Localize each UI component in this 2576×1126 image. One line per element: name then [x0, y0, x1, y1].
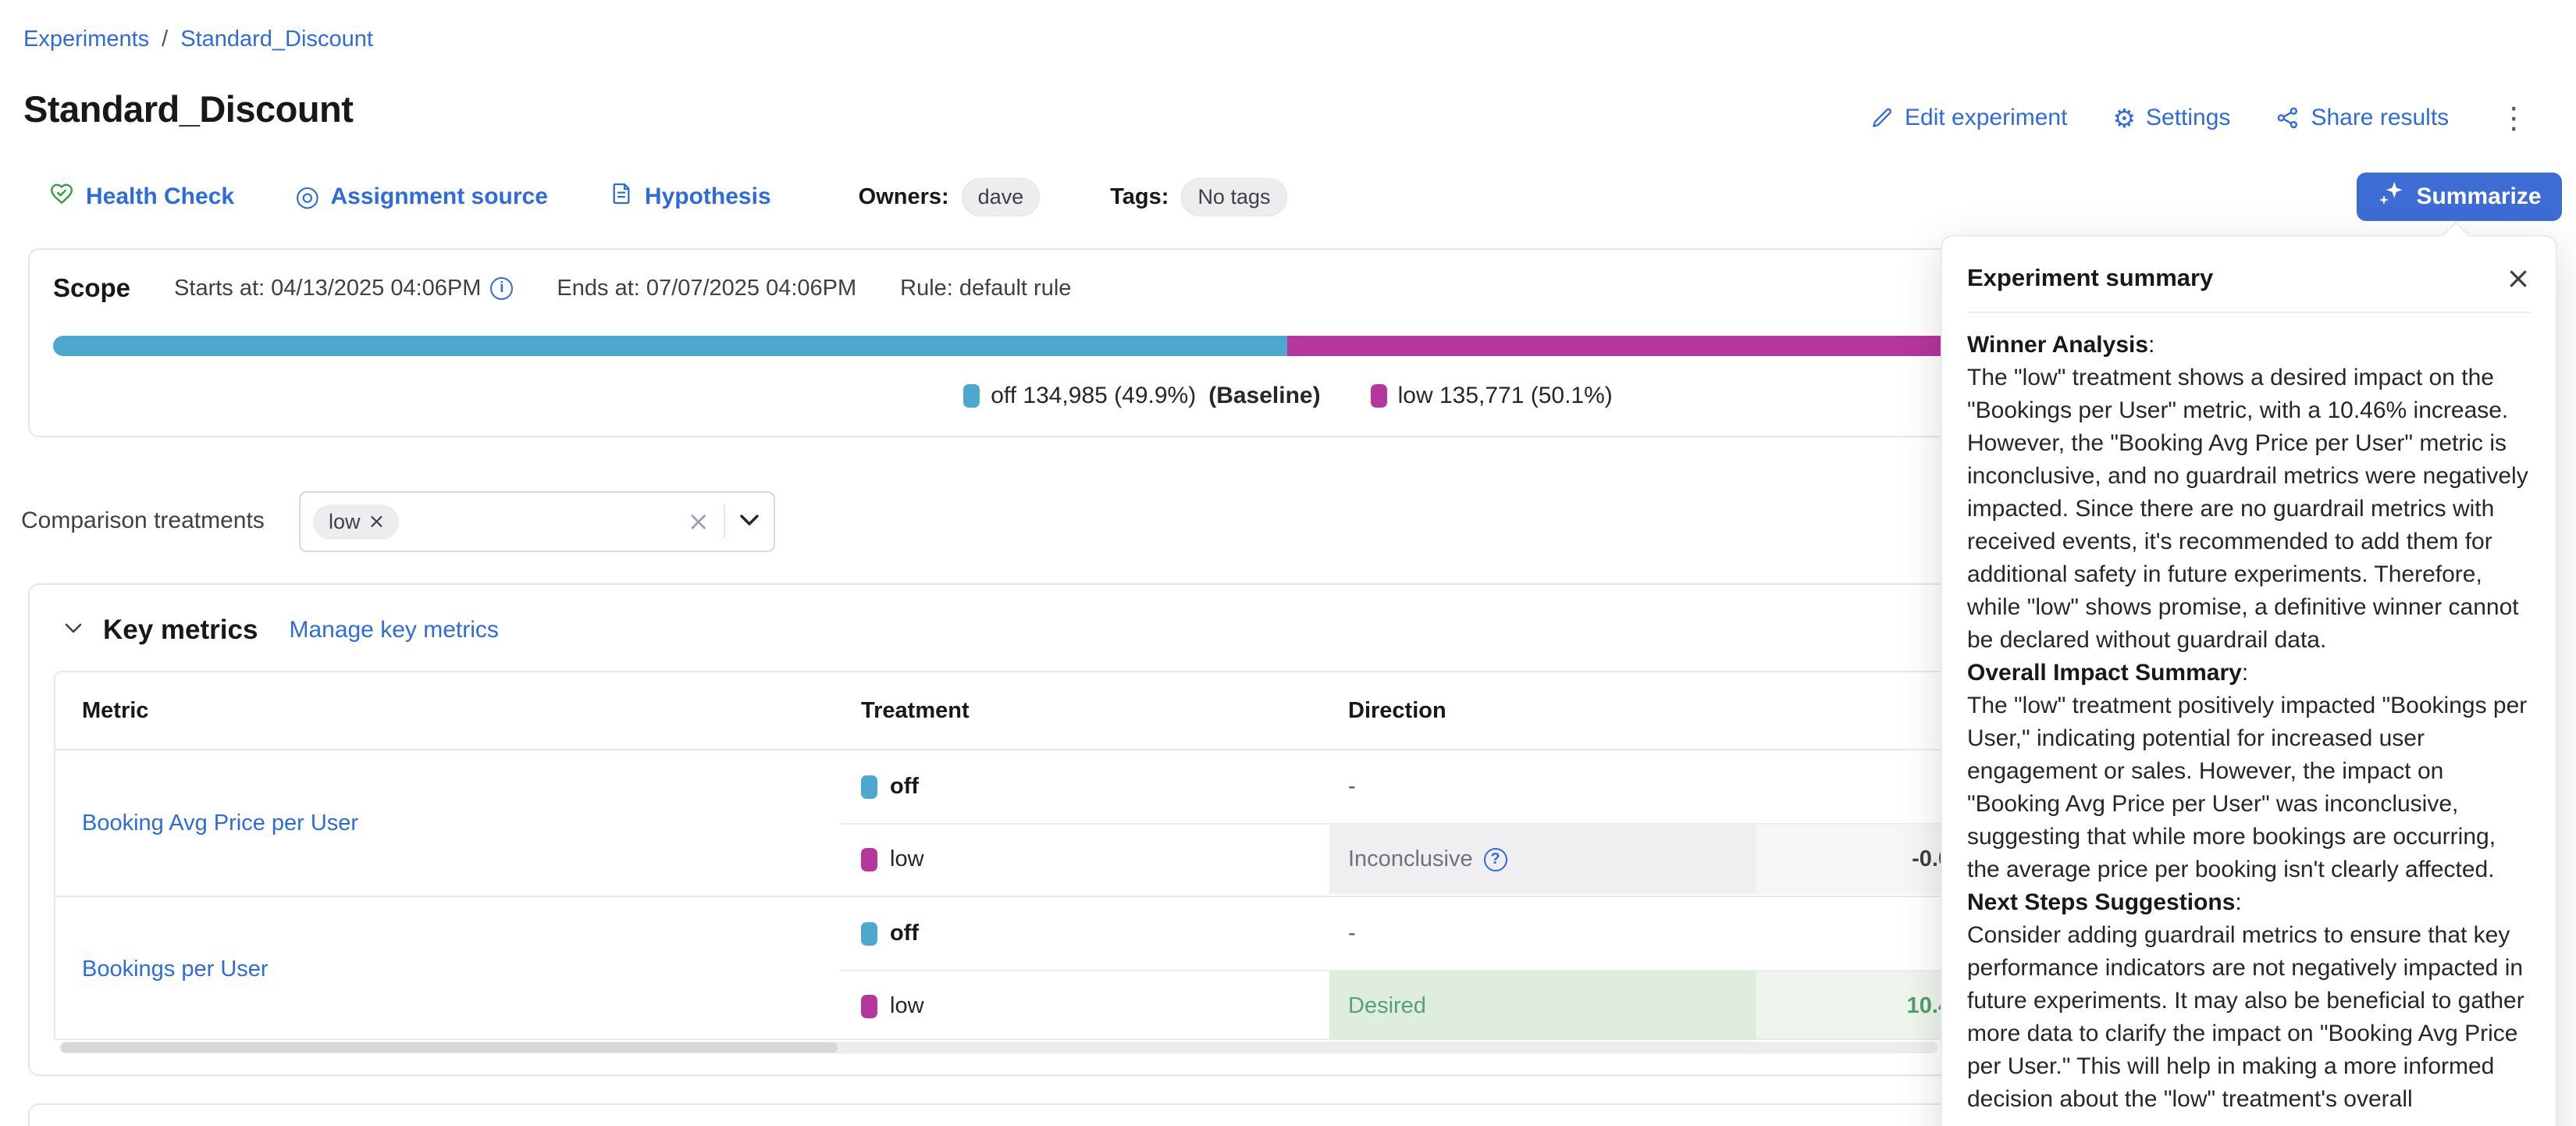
direction-cell: - [1329, 750, 1756, 823]
assignment-source-label: Assignment source [331, 184, 548, 210]
chip-remove-icon[interactable]: × [368, 511, 386, 532]
summary-section-impact: Overall Impact Summary The "low" treatme… [1967, 657, 2531, 886]
tags-label: Tags: [1110, 184, 1169, 210]
summary-section-next-steps: Next Steps Suggestions Consider adding g… [1967, 886, 2531, 1116]
pencil-icon [1870, 105, 1895, 130]
allocation-segment-off [53, 336, 1287, 356]
tags-group: Tags: No tags [1110, 178, 1286, 216]
baseline-tag: (Baseline) [1208, 383, 1320, 409]
page-title: Standard_Discount [23, 87, 353, 130]
summarize-button[interactable]: Summarize [2357, 173, 2562, 221]
metric-link-booking-avg-price[interactable]: Booking Avg Price per User [82, 811, 358, 836]
edit-experiment-label: Edit experiment [1905, 105, 2067, 131]
settings-label: Settings [2146, 105, 2230, 131]
share-icon [2275, 105, 2300, 130]
experiment-page: Experiments / Standard_Discount Standard… [0, 0, 2576, 1126]
experiment-summary-panel: Experiment summary × Winner Analysis The… [1941, 235, 2557, 1126]
panel-divider [1967, 312, 2531, 313]
sparkles-icon [2377, 180, 2405, 214]
low-swatch [1371, 384, 1387, 408]
panel-caret [2442, 222, 2471, 251]
settings-button[interactable]: ⚙ Settings [2112, 105, 2230, 131]
share-results-button[interactable]: Share results [2275, 105, 2449, 131]
scrollbar-thumb[interactable] [61, 1042, 838, 1053]
summary-panel-body: Winner Analysis The "low" treatment show… [1967, 329, 2531, 1116]
tags-pill: No tags [1181, 178, 1286, 216]
heart-check-icon [48, 180, 75, 213]
hypothesis-label: Hypothesis [645, 184, 771, 210]
info-icon[interactable]: i [490, 277, 513, 300]
target-icon: ◎ [295, 183, 319, 211]
section-chevron-down-icon[interactable] [64, 622, 83, 638]
legend-item-off: off 134,985 (49.9%) (Baseline) [963, 383, 1320, 409]
gear-icon: ⚙ [2112, 105, 2136, 131]
metric-column-header: Metric [55, 698, 840, 724]
low-swatch [861, 995, 877, 1018]
summarize-label: Summarize [2416, 184, 2541, 210]
direction-cell-inconclusive: Inconclusive ? [1329, 825, 1756, 894]
breadcrumb-experiments-link[interactable]: Experiments [23, 27, 149, 52]
scope-title: Scope [53, 273, 130, 303]
off-swatch [963, 384, 980, 408]
horizontal-scrollbar [59, 1042, 1937, 1053]
owners-label: Owners: [859, 184, 949, 210]
header-actions: Edit experiment ⚙ Settings Share results… [1870, 103, 2533, 133]
more-options-kebab-icon[interactable]: ⋮ [2494, 103, 2533, 133]
document-icon [609, 181, 634, 212]
legend-item-low: low 135,771 (50.1%) [1371, 383, 1613, 409]
breadcrumb: Experiments / Standard_Discount [23, 27, 373, 52]
scope-header: Scope Starts at: 04/13/2025 04:06PM i En… [53, 273, 1071, 303]
treatment-chip-low[interactable]: low × [313, 504, 399, 540]
breadcrumb-separator: / [162, 27, 168, 52]
health-check-link[interactable]: Health Check [48, 180, 234, 213]
question-icon[interactable]: ? [1484, 848, 1507, 871]
select-divider [724, 504, 725, 539]
summary-section-winner: Winner Analysis The "low" treatment show… [1967, 329, 2531, 657]
direction-cell: - [1329, 897, 1756, 970]
metric-link-bookings-per-user[interactable]: Bookings per User [82, 957, 269, 982]
direction-column-header: Direction [1329, 698, 1756, 724]
hypothesis-link[interactable]: Hypothesis [609, 181, 771, 212]
scope-rule: Rule: default rule [900, 276, 1071, 301]
key-metrics-title: Key metrics [103, 615, 258, 646]
assignment-source-link[interactable]: ◎ Assignment source [295, 183, 548, 211]
direction-cell-desired: Desired [1329, 971, 1756, 1040]
owner-pill: dave [962, 178, 1041, 216]
key-metrics-header: Key metrics Manage key metrics [64, 615, 499, 646]
low-swatch [861, 848, 877, 871]
chevron-down-icon[interactable] [739, 514, 760, 530]
owners-group: Owners: dave [859, 178, 1041, 216]
comparison-treatments-select[interactable]: low × × [299, 491, 775, 552]
summary-panel-title: Experiment summary [1967, 264, 2213, 292]
clear-selection-icon[interactable]: × [688, 508, 710, 535]
meta-row: Health Check ◎ Assignment source Hypothe… [48, 173, 1287, 220]
breadcrumb-current-link[interactable]: Standard_Discount [180, 27, 373, 52]
off-swatch [861, 775, 877, 799]
comparison-treatments-label: Comparison treatments [21, 508, 265, 534]
health-check-label: Health Check [86, 184, 234, 210]
share-results-label: Share results [2311, 105, 2449, 131]
close-icon[interactable]: × [2506, 263, 2531, 293]
off-swatch [861, 922, 877, 946]
treatment-column-header: Treatment [840, 698, 1329, 724]
manage-key-metrics-link[interactable]: Manage key metrics [289, 617, 498, 643]
edit-experiment-button[interactable]: Edit experiment [1870, 105, 2067, 131]
scope-starts-at: Starts at: 04/13/2025 04:06PM i [174, 276, 513, 301]
scope-ends-at: Ends at: 07/07/2025 04:06PM [557, 276, 856, 301]
